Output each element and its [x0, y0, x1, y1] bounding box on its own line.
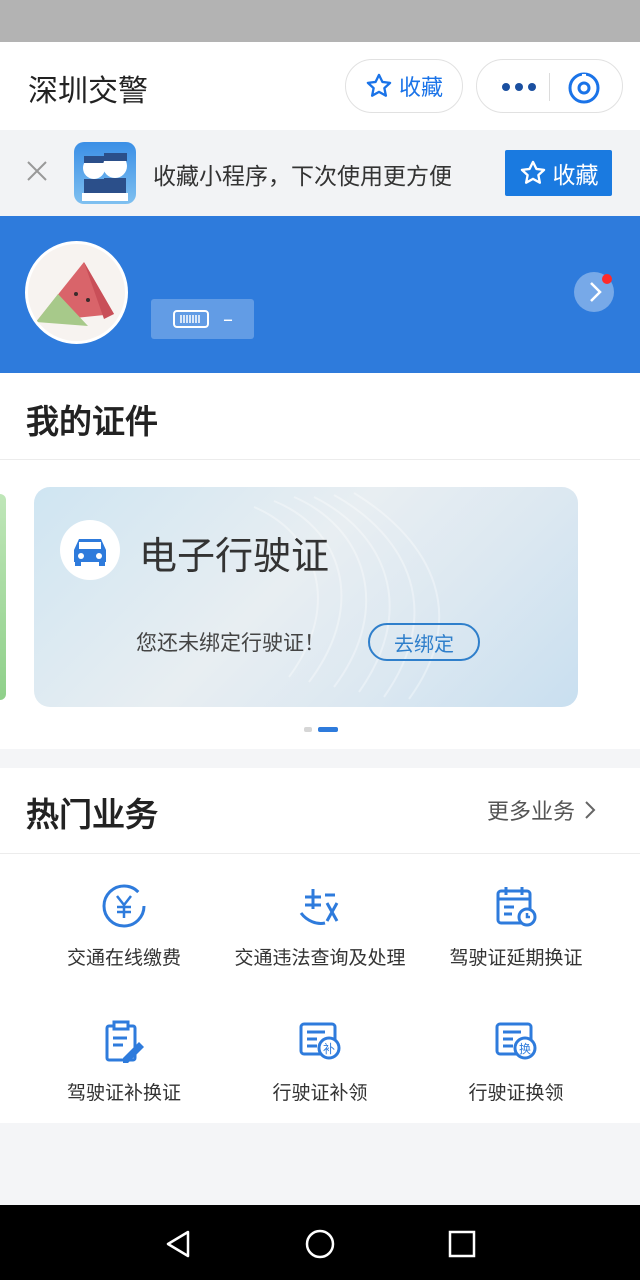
more-dots-icon[interactable] [499, 73, 539, 101]
chevron-right-icon [585, 801, 596, 819]
section-title: 热门业务 [26, 795, 158, 834]
more-services-label: 更多业务 [487, 800, 576, 825]
calendar-clock-icon [496, 887, 537, 927]
service-label: 驾驶证补换证 [66, 1082, 181, 1104]
service-vehicle-license-exchange[interactable]: 换 行驶证换领 [416, 1018, 616, 1105]
carousel-dot[interactable] [304, 727, 312, 732]
barcode-icon [173, 310, 209, 328]
service-online-payment[interactable]: 交通在线缴费 [24, 883, 224, 970]
service-vehicle-license-replenish[interactable]: 补 行驶证补领 [220, 1018, 420, 1105]
section-title: 我的证件 [26, 402, 158, 441]
license-replenish-icon: 补 [299, 1022, 341, 1060]
car-icon-circle [60, 520, 120, 580]
app-logo [74, 142, 136, 204]
service-label: 行驶证补领 [272, 1082, 368, 1104]
e-vehicle-license-card[interactable]: 电子行驶证 您还未绑定行驶证！ 去绑定 [34, 487, 578, 707]
service-license-replacement[interactable]: 驾驶证补换证 [24, 1018, 224, 1105]
status-bar [0, 0, 640, 42]
capsule-divider [549, 73, 550, 101]
card-hint: 您还未绑定行驶证！ [136, 631, 325, 655]
star-icon [520, 160, 545, 184]
svg-text:换: 换 [519, 1042, 531, 1056]
more-services-link[interactable]: 更多业务 [487, 794, 597, 826]
yen-coin-icon [102, 884, 146, 928]
previous-card-peek[interactable] [0, 494, 6, 700]
id-badge: – [151, 299, 254, 339]
close-icon[interactable] [24, 158, 50, 184]
app-header: 深圳交警 收藏 [0, 42, 640, 130]
svg-text:补: 补 [323, 1042, 335, 1056]
collect-button[interactable]: 收藏 [505, 150, 612, 196]
service-label: 交通在线缴费 [66, 947, 181, 969]
divider [0, 459, 640, 460]
close-miniprogram-icon[interactable] [567, 71, 601, 105]
car-icon [74, 539, 106, 566]
favorite-button[interactable]: 收藏 [345, 59, 463, 113]
divider [0, 853, 640, 854]
clipboard-edit-icon [105, 1020, 144, 1063]
notification-dot [602, 274, 612, 284]
miniprogram-capsule [476, 59, 623, 113]
user-profile-header: – [0, 216, 640, 373]
service-label: 驾驶证延期换证 [449, 947, 583, 969]
carousel-dot-active[interactable] [318, 727, 338, 732]
home-circle-icon[interactable] [304, 1228, 336, 1260]
collect-button-label: 收藏 [552, 163, 599, 189]
system-navigation-bar [0, 1205, 640, 1280]
service-label: 交通违法查询及处理 [234, 947, 406, 969]
card-title: 电子行驶证 [139, 534, 330, 578]
license-exchange-icon: 换 [495, 1022, 537, 1060]
service-violation-query[interactable]: 交通违法查询及处理 [220, 883, 420, 970]
avatar[interactable] [25, 241, 128, 344]
favorite-banner-text: 收藏小程序，下次使用更方便 [153, 164, 452, 190]
id-badge-text: – [223, 307, 233, 331]
service-license-extension[interactable]: 驾驶证延期换证 [416, 883, 616, 970]
bind-button[interactable]: 去绑定 [368, 623, 480, 661]
favorite-button-label: 收藏 [398, 76, 443, 101]
service-label: 行驶证换领 [468, 1082, 564, 1104]
star-icon [366, 73, 392, 97]
recents-square-icon[interactable] [448, 1230, 476, 1258]
back-triangle-icon[interactable] [164, 1229, 192, 1259]
page-title: 深圳交警 [28, 74, 148, 109]
favorite-banner: 收藏小程序，下次使用更方便 收藏 [0, 130, 640, 216]
violation-icon [299, 889, 339, 925]
